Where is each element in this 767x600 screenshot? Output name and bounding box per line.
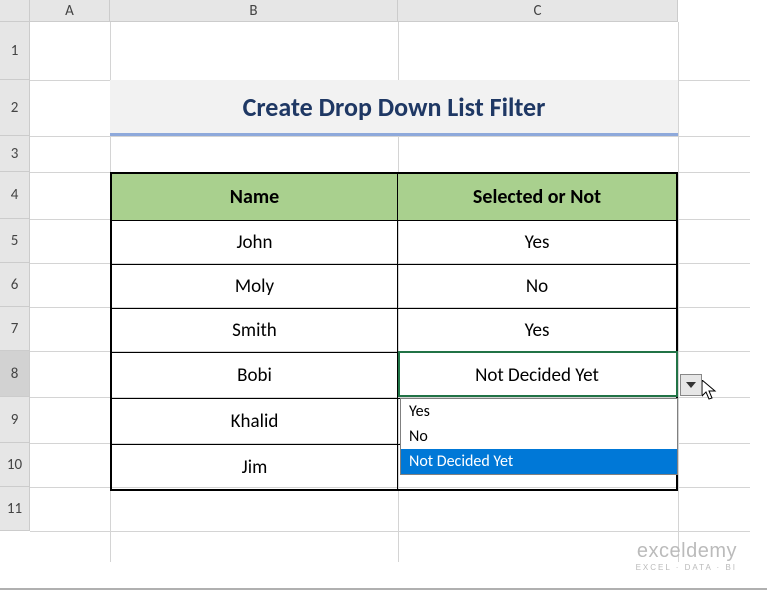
cell-selected[interactable]: No — [398, 265, 676, 308]
dropdown-arrow-button[interactable] — [680, 374, 702, 396]
dropdown-list[interactable]: Yes No Not Decided Yet — [400, 398, 678, 475]
cell-selected[interactable]: Yes — [398, 309, 676, 352]
header-selected[interactable]: Selected or Not — [398, 174, 676, 220]
dropdown-option-highlighted[interactable]: Not Decided Yet — [401, 449, 677, 474]
row-header-5[interactable]: 5 — [0, 219, 30, 263]
select-all-corner[interactable] — [0, 0, 30, 22]
title-cell[interactable]: Create Drop Down List Filter — [110, 80, 678, 136]
cell-selected-active[interactable]: Not Decided Yet — [398, 353, 676, 398]
table-row: Bobi Not Decided Yet — [112, 353, 676, 399]
table-header-row: Name Selected or Not — [112, 174, 676, 221]
col-header-b[interactable]: B — [110, 0, 398, 22]
row-header-4[interactable]: 4 — [0, 172, 30, 219]
row-header-11[interactable]: 11 — [0, 487, 30, 531]
col-header-a[interactable]: A — [30, 0, 110, 22]
spreadsheet-area: A B C 1 2 3 4 5 6 7 8 9 10 11 Create Dro… — [0, 0, 767, 600]
header-name[interactable]: Name — [112, 174, 398, 220]
column-headers: A B C — [0, 0, 678, 22]
row-header-8[interactable]: 8 — [0, 351, 30, 397]
row-headers: 1 2 3 4 5 6 7 8 9 10 11 — [0, 22, 30, 531]
table-row: John Yes — [112, 221, 676, 265]
row-header-9[interactable]: 9 — [0, 397, 30, 443]
bottom-divider — [0, 588, 767, 590]
cell-name[interactable]: Moly — [112, 265, 398, 308]
row-header-1[interactable]: 1 — [0, 22, 30, 80]
watermark-tagline: EXCEL · DATA · BI — [636, 563, 737, 572]
col-header-c[interactable]: C — [398, 0, 678, 22]
cell-name[interactable]: Bobi — [112, 353, 398, 398]
row-header-6[interactable]: 6 — [0, 263, 30, 307]
cell-selected[interactable]: Yes — [398, 221, 676, 264]
dropdown-option[interactable]: Yes — [401, 399, 677, 424]
cell-name[interactable]: Khalid — [112, 399, 398, 444]
chevron-down-icon — [686, 382, 696, 388]
table-row: Moly No — [112, 265, 676, 309]
watermark: exceldemy EXCEL · DATA · BI — [636, 540, 737, 572]
cell-name[interactable]: Smith — [112, 309, 398, 352]
row-header-2[interactable]: 2 — [0, 80, 30, 136]
dropdown-option[interactable]: No — [401, 424, 677, 449]
row-header-7[interactable]: 7 — [0, 307, 30, 351]
mouse-cursor-icon — [702, 380, 722, 400]
page-title: Create Drop Down List Filter — [243, 91, 546, 123]
table-row: Smith Yes — [112, 309, 676, 353]
cell-name[interactable]: Jim — [112, 445, 398, 489]
row-header-3[interactable]: 3 — [0, 136, 30, 172]
watermark-brand: exceldemy — [636, 540, 737, 563]
row-header-10[interactable]: 10 — [0, 443, 30, 487]
cell-name[interactable]: John — [112, 221, 398, 264]
